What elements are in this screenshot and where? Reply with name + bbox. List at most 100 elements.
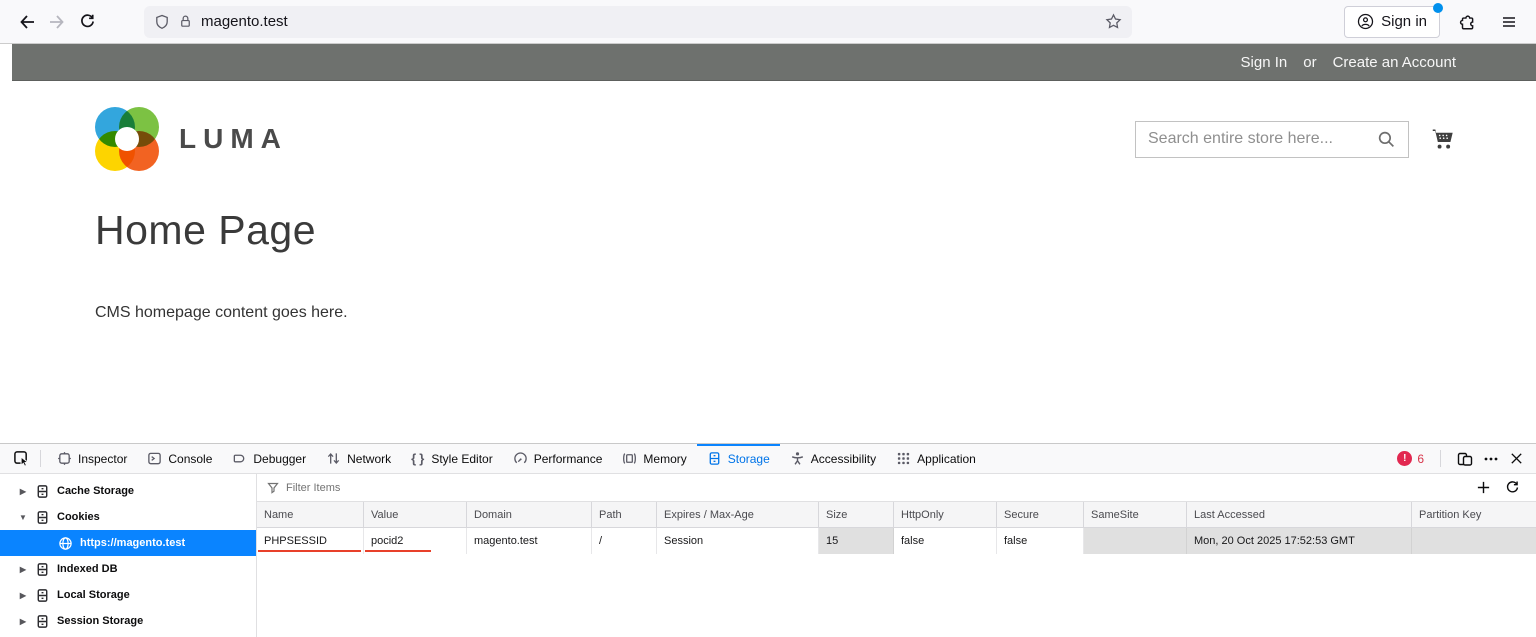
column-header-name[interactable]: Name <box>257 502 364 527</box>
cookie-partition-key-cell[interactable] <box>1412 528 1536 554</box>
memory-icon <box>622 451 637 466</box>
cookie-last-accessed-cell[interactable]: Mon, 20 Oct 2025 17:52:53 GMT <box>1187 528 1412 554</box>
sidebar-item-cache-storage[interactable]: ▶ Cache Storage <box>0 478 256 504</box>
network-icon <box>326 451 341 466</box>
cookie-table-row[interactable]: PHPSESSID pocid2 magento.test / Session … <box>257 528 1536 554</box>
chevron-down-icon[interactable]: ▼ <box>18 513 28 522</box>
filter-actions <box>1476 480 1526 495</box>
lock-icon[interactable] <box>178 14 193 29</box>
tab-console[interactable]: Console <box>137 444 222 473</box>
forward-button[interactable] <box>42 7 72 37</box>
search-icon[interactable] <box>1377 130 1396 149</box>
column-header-partition-key[interactable]: Partition Key <box>1412 502 1536 527</box>
filter-items-input[interactable] <box>286 482 1469 494</box>
sidebar-item-label: Local Storage <box>57 589 130 601</box>
tab-style-editor[interactable]: { } Style Editor <box>401 444 503 473</box>
storage-icon <box>707 451 722 466</box>
sidebar-item-cookies[interactable]: ▼ Cookies <box>0 504 256 530</box>
store-search-box <box>1135 121 1409 158</box>
sidebar-item-local-storage[interactable]: ▶ Local Storage <box>0 582 256 608</box>
cookie-path-cell[interactable]: / <box>592 528 657 554</box>
storage-type-icon <box>35 588 50 603</box>
column-header-size[interactable]: Size <box>819 502 894 527</box>
column-header-path[interactable]: Path <box>592 502 657 527</box>
shield-icon[interactable] <box>154 14 170 30</box>
extensions-button[interactable] <box>1452 7 1482 37</box>
store-header: LUMA <box>0 81 1536 171</box>
column-header-secure[interactable]: Secure <box>997 502 1084 527</box>
search-input[interactable] <box>1148 130 1377 148</box>
sidebar-item-label: Indexed DB <box>57 563 118 575</box>
pick-element-button[interactable] <box>8 446 34 472</box>
cookie-table-header: Name Value Domain Path Expires / Max-Age… <box>257 502 1536 528</box>
chevron-right-icon[interactable]: ▶ <box>18 487 28 496</box>
cookie-name-cell[interactable]: PHPSESSID <box>257 528 364 554</box>
toolbar-separator <box>40 450 41 467</box>
refresh-items-button[interactable] <box>1505 480 1520 495</box>
store-signin-link[interactable]: Sign In <box>1241 54 1288 71</box>
puzzle-icon <box>1458 13 1476 31</box>
column-header-expires[interactable]: Expires / Max-Age <box>657 502 819 527</box>
devtools-menu-button[interactable] <box>1483 451 1499 467</box>
sidebar-item-indexed-db[interactable]: ▶ Indexed DB <box>0 556 256 582</box>
back-button[interactable] <box>12 7 42 37</box>
cookie-samesite-cell[interactable] <box>1084 528 1187 554</box>
tab-inspector[interactable]: Inspector <box>47 444 137 473</box>
error-count-badge[interactable]: ! 6 <box>1397 451 1424 466</box>
cart-button[interactable] <box>1429 126 1456 152</box>
storage-table-panel: Name Value Domain Path Expires / Max-Age… <box>257 474 1536 637</box>
chevron-right-icon[interactable]: ▶ <box>18 565 28 574</box>
sidebar-item-label: Session Storage <box>57 615 143 627</box>
devtools-body: ▶ Cache Storage ▼ Cookies https://magent… <box>0 474 1536 637</box>
column-header-value[interactable]: Value <box>364 502 467 527</box>
url-bar[interactable]: magento.test <box>144 6 1132 38</box>
column-header-domain[interactable]: Domain <box>467 502 592 527</box>
menu-button[interactable] <box>1494 7 1524 37</box>
column-header-last-accessed[interactable]: Last Accessed <box>1187 502 1412 527</box>
tab-performance[interactable]: Performance <box>503 444 613 473</box>
devtools-tabs: Inspector Console Debugger Network { } S… <box>47 444 986 473</box>
application-icon <box>896 451 911 466</box>
chevron-right-icon[interactable]: ▶ <box>18 617 28 626</box>
browser-toolbar: magento.test Sign in <box>0 0 1536 44</box>
cookie-value-cell[interactable]: pocid2 <box>364 528 467 554</box>
firefox-signin-button[interactable]: Sign in <box>1344 6 1440 38</box>
cookie-secure-cell[interactable]: false <box>997 528 1084 554</box>
sidebar-item-label: Cookies <box>57 511 100 523</box>
toolbar-right-cluster: Sign in <box>1344 6 1524 38</box>
storage-type-icon <box>35 614 50 629</box>
tab-application[interactable]: Application <box>886 444 986 473</box>
column-header-httponly[interactable]: HttpOnly <box>894 502 997 527</box>
sidebar-item-magento-test[interactable]: https://magento.test <box>0 530 256 556</box>
cookie-httponly-cell[interactable]: false <box>894 528 997 554</box>
cookie-size-cell[interactable]: 15 <box>819 528 894 554</box>
pick-element-icon <box>13 450 30 467</box>
column-header-samesite[interactable]: SameSite <box>1084 502 1187 527</box>
tab-debugger[interactable]: Debugger <box>222 444 316 473</box>
chevron-right-icon[interactable]: ▶ <box>18 591 28 600</box>
tab-storage[interactable]: Storage <box>697 444 780 473</box>
storage-type-icon <box>35 510 50 525</box>
tab-label: Performance <box>534 452 603 466</box>
devtools-toolbar-right: ! 6 <box>1397 450 1536 467</box>
cookie-domain-cell[interactable]: magento.test <box>467 528 592 554</box>
close-devtools-button[interactable] <box>1509 451 1524 466</box>
cookie-expires-cell[interactable]: Session <box>657 528 819 554</box>
signin-label: Sign in <box>1381 13 1427 30</box>
toolbar-separator <box>1440 450 1441 467</box>
sidebar-item-session-storage[interactable]: ▶ Session Storage <box>0 608 256 634</box>
bookmark-star-icon[interactable] <box>1105 13 1122 30</box>
tab-label: Console <box>168 452 212 466</box>
create-account-link[interactable]: Create an Account <box>1333 54 1456 71</box>
tab-accessibility[interactable]: Accessibility <box>780 444 886 473</box>
reload-button[interactable] <box>72 7 102 37</box>
tab-network[interactable]: Network <box>316 444 401 473</box>
tab-label: Application <box>917 452 976 466</box>
url-text[interactable]: magento.test <box>201 13 1097 30</box>
add-item-button[interactable] <box>1476 480 1491 495</box>
devtools-panel: Inspector Console Debugger Network { } S… <box>0 443 1536 637</box>
luma-logo[interactable]: LUMA <box>95 107 288 171</box>
plus-icon <box>1476 480 1491 495</box>
tab-memory[interactable]: Memory <box>612 444 696 473</box>
responsive-design-mode-button[interactable] <box>1457 451 1473 467</box>
